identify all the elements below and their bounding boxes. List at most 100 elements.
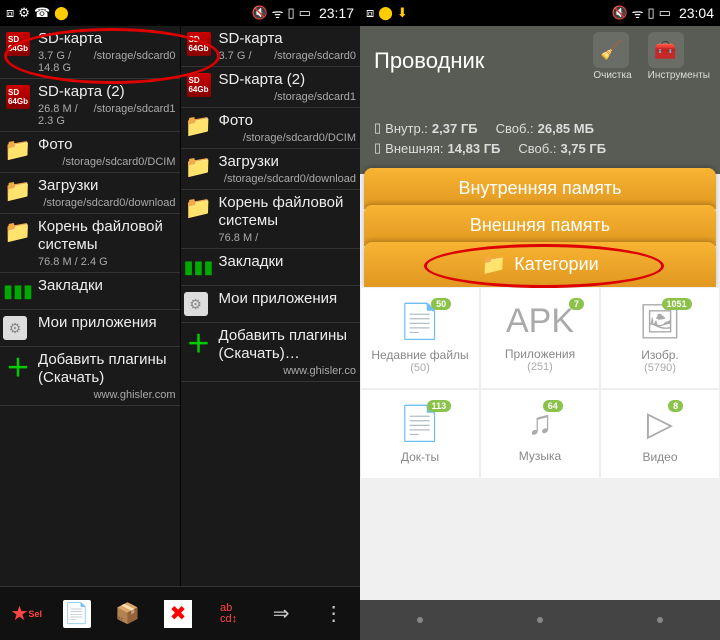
folder-icon: 📁 [4, 177, 32, 205]
file-entry[interactable]: ⚙ Мои приложения [0, 310, 180, 347]
folder-icon: 📁 [4, 218, 32, 246]
internal-storage-label: ▯ Внутр.: 2,37 ГБ [374, 120, 478, 136]
mute-icon: 🔇 [251, 5, 267, 21]
nav-back[interactable] [417, 617, 423, 623]
external-storage-label: ▯ Внешняя: 14,83 ГБ [374, 140, 500, 156]
category-cell[interactable]: APK7 Приложения (251) [480, 287, 600, 389]
file-entry[interactable]: ＋ Добавить плагины (Скачать)… www.ghisle… [181, 323, 361, 382]
category-title: Изобр. [605, 348, 715, 362]
plus-icon: ＋ [185, 327, 213, 355]
entry-title: SD-карта [38, 30, 176, 48]
app-header: Проводник 🧹 Очистка 🧰 Инструменты [360, 26, 720, 112]
entry-title: Корень файловой системы [219, 194, 357, 230]
category-cell[interactable]: 📄50 Недавние файлы (50) [360, 287, 480, 389]
category-icon: APK7 [506, 302, 574, 341]
entry-title: Фото [219, 112, 357, 130]
badge: 7 [569, 298, 584, 310]
badge: 1051 [662, 298, 692, 310]
file-entry[interactable]: SD64Gb SD-карта 3.7 G / 14.8 G/storage/s… [0, 26, 180, 79]
entry-title: Загрузки [38, 177, 176, 195]
bottom-toolbar: ★Sel 📄 📦 ✖ abcd↕ ⇒ ⋮ [0, 586, 360, 640]
category-cell[interactable]: 🖼1051 Изобр. (5790) [600, 287, 720, 389]
entry-title: Добавить плагины (Скачать) [38, 351, 176, 387]
app-icon: ⚙ [185, 290, 213, 318]
clock: 23:04 [679, 5, 714, 21]
file-entry[interactable]: ▮▮▮ Закладки [181, 249, 361, 286]
badge: 64 [543, 400, 563, 412]
file-entry[interactable]: 📁 Загрузки /storage/sdcard0/download [181, 149, 361, 190]
entry-title: Мои приложения [219, 290, 357, 308]
app-icon: ⬤ [378, 5, 393, 21]
download-icon: ⬇ [397, 5, 408, 21]
delete-button[interactable]: ✖ [164, 600, 192, 628]
file-entry[interactable]: SD64Gb SD-карта (2) /storage/sdcard1 [181, 67, 361, 108]
entry-size: 3.7 G / 14.8 G [38, 50, 90, 74]
file-entry[interactable]: 📁 Фото /storage/sdcard0/DCIM [0, 132, 180, 173]
entry-path: /storage/sdcard0/DCIM [42, 156, 176, 168]
file-entry[interactable]: SD64Gb SD-карта 3.7 G //storage/sdcard0 [181, 26, 361, 67]
tab-categories[interactable]: 📁 Категории [364, 242, 716, 287]
pack-button[interactable]: 📦 [111, 598, 143, 630]
file-entry[interactable]: 📁 Загрузки /storage/sdcard0/download [0, 173, 180, 214]
entry-title: Корень файловой системы [38, 218, 176, 254]
file-entry[interactable]: ⚙ Мои приложения [181, 286, 361, 323]
sort-button[interactable]: abcd↕ [213, 598, 245, 630]
tools-button[interactable]: 🧰 Инструменты [648, 32, 710, 81]
toolbox-icon: 🧰 [648, 32, 684, 68]
tab-external[interactable]: Внешняя память [364, 205, 716, 246]
sd-icon: SD64Gb [185, 30, 213, 58]
copy-button[interactable]: 📄 [63, 600, 91, 628]
wifi-icon: ᯤ [272, 4, 284, 22]
category-cell[interactable]: ▷8 Видео [600, 389, 720, 479]
external-free-label: Своб.: 3,75 ГБ [518, 140, 606, 156]
file-entry[interactable]: 📁 Корень файловой системы 76.8 M / [181, 190, 361, 249]
entry-path: /storage/sdcard0/download [42, 197, 176, 209]
footer-bar [360, 600, 720, 640]
category-icon: ▷8 [647, 404, 673, 444]
file-entry[interactable]: ▮▮▮ Закладки [0, 273, 180, 310]
bars-icon: ▮▮▮ [185, 253, 213, 281]
entry-title: Закладки [38, 277, 176, 295]
entry-title: Загрузки [219, 153, 357, 171]
category-cell[interactable]: 📄113 Док-ты [360, 389, 480, 479]
nav-recent[interactable] [657, 617, 663, 623]
file-entry[interactable]: 📁 Фото /storage/sdcard0/DCIM [181, 108, 361, 149]
entry-title: SD-карта [219, 30, 357, 48]
entry-size: 76.8 M / 2.4 G [38, 256, 108, 268]
folder-icon: 📁 [185, 112, 213, 140]
plus-icon: ⧈ [6, 5, 14, 21]
entry-title: SD-карта (2) [38, 83, 176, 101]
signal-icon: ▯ [648, 5, 655, 21]
nav-home[interactable] [537, 617, 543, 623]
clock: 23:17 [319, 5, 354, 21]
arrow-button[interactable]: ⇒ [265, 598, 297, 630]
category-cell[interactable]: ♫64 Музыка [480, 389, 600, 479]
sd-icon: SD64Gb [4, 83, 32, 111]
clean-button[interactable]: 🧹 Очистка [593, 32, 631, 81]
sd-icon: SD64Gb [4, 30, 32, 58]
tab-internal[interactable]: Внутренняя память [364, 168, 716, 209]
sd-icon: SD64Gb [185, 71, 213, 99]
file-entry[interactable]: ＋ Добавить плагины (Скачать) www.ghisler… [0, 347, 180, 406]
entry-path: www.ghisler.com [42, 389, 176, 401]
app-icon: ⬤ [54, 5, 69, 21]
category-icon: 🖼1051 [638, 302, 681, 342]
entry-path: /storage/sdcard1 [94, 103, 176, 127]
category-title: Музыка [485, 449, 595, 463]
entry-path [262, 232, 356, 244]
file-entry[interactable]: 📁 Корень файловой системы 76.8 M / 2.4 G [0, 214, 180, 273]
select-button[interactable]: ★Sel [10, 598, 42, 630]
folder-icon: 📁 [481, 252, 506, 277]
badge: 113 [427, 400, 452, 412]
menu-button[interactable]: ⋮ [318, 598, 350, 630]
file-entry[interactable]: SD64Gb SD-карта (2) 26.8 M / 2.3 G/stora… [0, 79, 180, 132]
folder-icon: 📁 [4, 136, 32, 164]
category-title: Приложения [485, 347, 595, 361]
category-count: (251) [485, 361, 595, 373]
entry-path: www.ghisler.co [223, 365, 357, 377]
entry-size: 26.8 M / 2.3 G [38, 103, 90, 127]
entry-path [112, 256, 176, 268]
wifi-icon: ᯤ [632, 4, 644, 22]
entry-path: /storage/sdcard1 [223, 91, 357, 103]
signal-icon: ▯ [288, 5, 295, 21]
